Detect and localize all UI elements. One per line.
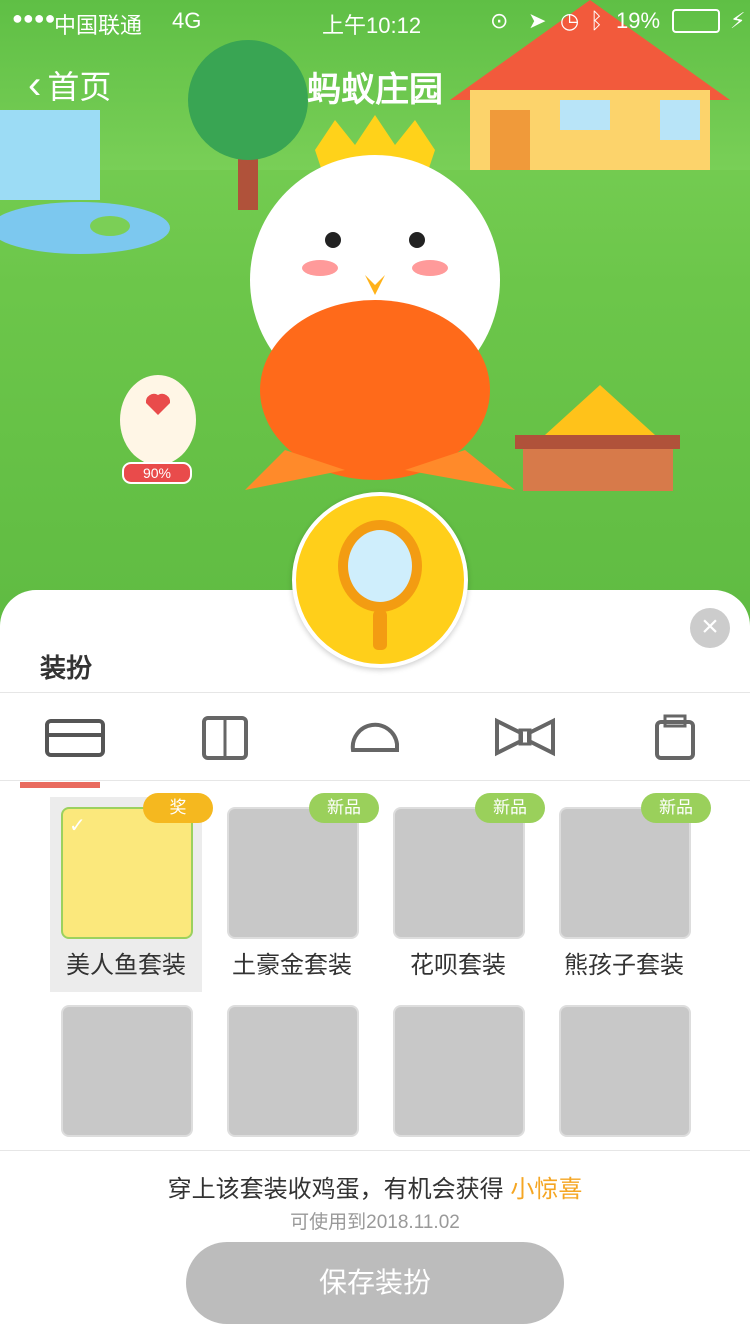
- save-button[interactable]: 保存装扮: [186, 1242, 564, 1324]
- tab-cap[interactable]: [330, 702, 420, 772]
- clothing-pile-icon: [45, 719, 105, 757]
- page-title: 蚂蚁庄园: [307, 71, 443, 109]
- close-icon: ×: [701, 610, 719, 643]
- cap-icon: [350, 722, 399, 752]
- outfit-thumbnail: [393, 1005, 525, 1137]
- close-button[interactable]: ×: [690, 608, 730, 648]
- new-badge: 新品: [641, 793, 711, 823]
- rotation-lock-icon: ⊙: [490, 8, 509, 33]
- jacket-icon: [202, 716, 248, 760]
- bag-icon: [655, 714, 695, 760]
- outfit-card-huabei[interactable]: 新品 花呗套装: [382, 793, 545, 992]
- nav-bar: ‹ 首页 蚂蚁庄园: [0, 50, 750, 120]
- egg-icon[interactable]: [110, 365, 210, 465]
- outfit-card-bear[interactable]: 新品 熊孩子套装: [548, 793, 711, 992]
- outfit-label: 熊孩子套装: [564, 952, 684, 979]
- outfit-label: 花呗套装: [410, 952, 506, 979]
- carrier-label: 中国联通: [54, 13, 143, 38]
- tab-clothing[interactable]: [20, 702, 120, 788]
- waterfall-illustration: [0, 110, 170, 254]
- outfit-thumbnail: [61, 1005, 193, 1137]
- tab-bowtie[interactable]: [480, 702, 570, 772]
- promo-highlight: 小惊喜: [510, 1176, 583, 1203]
- outfit-thumbnail: [227, 807, 359, 939]
- panel-title: 装扮: [40, 653, 93, 683]
- new-badge: 新品: [475, 793, 545, 823]
- outfit-label: 美人鱼套装: [66, 952, 186, 979]
- battery-icon: [672, 9, 720, 33]
- outfit-thumbnail: [559, 807, 691, 939]
- time-label: 上午10:12: [322, 13, 422, 38]
- award-badge: 奖: [143, 793, 213, 823]
- footer-bar: 穿上该套装收鸡蛋，有机会获得 小惊喜 可使用到2018.11.02 保存装扮: [0, 1150, 750, 1335]
- alarm-icon: ◷: [560, 8, 580, 33]
- expiry-date: 可使用到2018.11.02: [290, 1212, 460, 1233]
- bluetooth-icon: ᛒ: [590, 8, 604, 33]
- chicken-character: [245, 115, 515, 490]
- location-icon: ➤: [528, 8, 547, 33]
- outfit-card-mermaid[interactable]: ✓ 奖 美人鱼套装: [50, 793, 213, 992]
- new-badge: 新品: [309, 793, 379, 823]
- mirror-icon: [338, 520, 422, 650]
- outfit-thumbnail: [393, 807, 525, 939]
- mirror-button[interactable]: [292, 492, 468, 668]
- charging-icon: ⚡: [730, 8, 746, 33]
- network-label: 4G: [172, 8, 202, 33]
- bowtie-icon: [495, 717, 555, 757]
- outfit-thumbnail: [559, 1005, 691, 1137]
- tab-bag[interactable]: [630, 702, 720, 772]
- outfit-thumbnail: ✓: [61, 807, 193, 939]
- food-bowl-icon[interactable]: [515, 385, 685, 495]
- divider: [0, 780, 750, 781]
- signal-icon: ●●●●: [12, 8, 56, 28]
- status-bar: ●●●● 中国联通 4G 上午10:12 ⊙ ➤ ◷ ᛒ 19% ⚡: [0, 0, 750, 40]
- tab-jacket[interactable]: [180, 702, 270, 772]
- outfit-label: 土豪金套装: [232, 952, 352, 979]
- outfit-card-gold[interactable]: 新品 土豪金套装: [216, 793, 379, 992]
- promo-prefix: 穿上该套装收鸡蛋，有机会获得: [167, 1176, 504, 1203]
- category-tabs: [0, 693, 750, 788]
- promo-text: 穿上该套装收鸡蛋，有机会获得 小惊喜: [0, 1169, 750, 1204]
- outfit-thumbnail: [227, 1005, 359, 1137]
- battery-percent: 19%: [616, 8, 661, 33]
- egg-progress-badge: 90%: [122, 462, 192, 484]
- checkmark-icon: ✓: [69, 815, 86, 837]
